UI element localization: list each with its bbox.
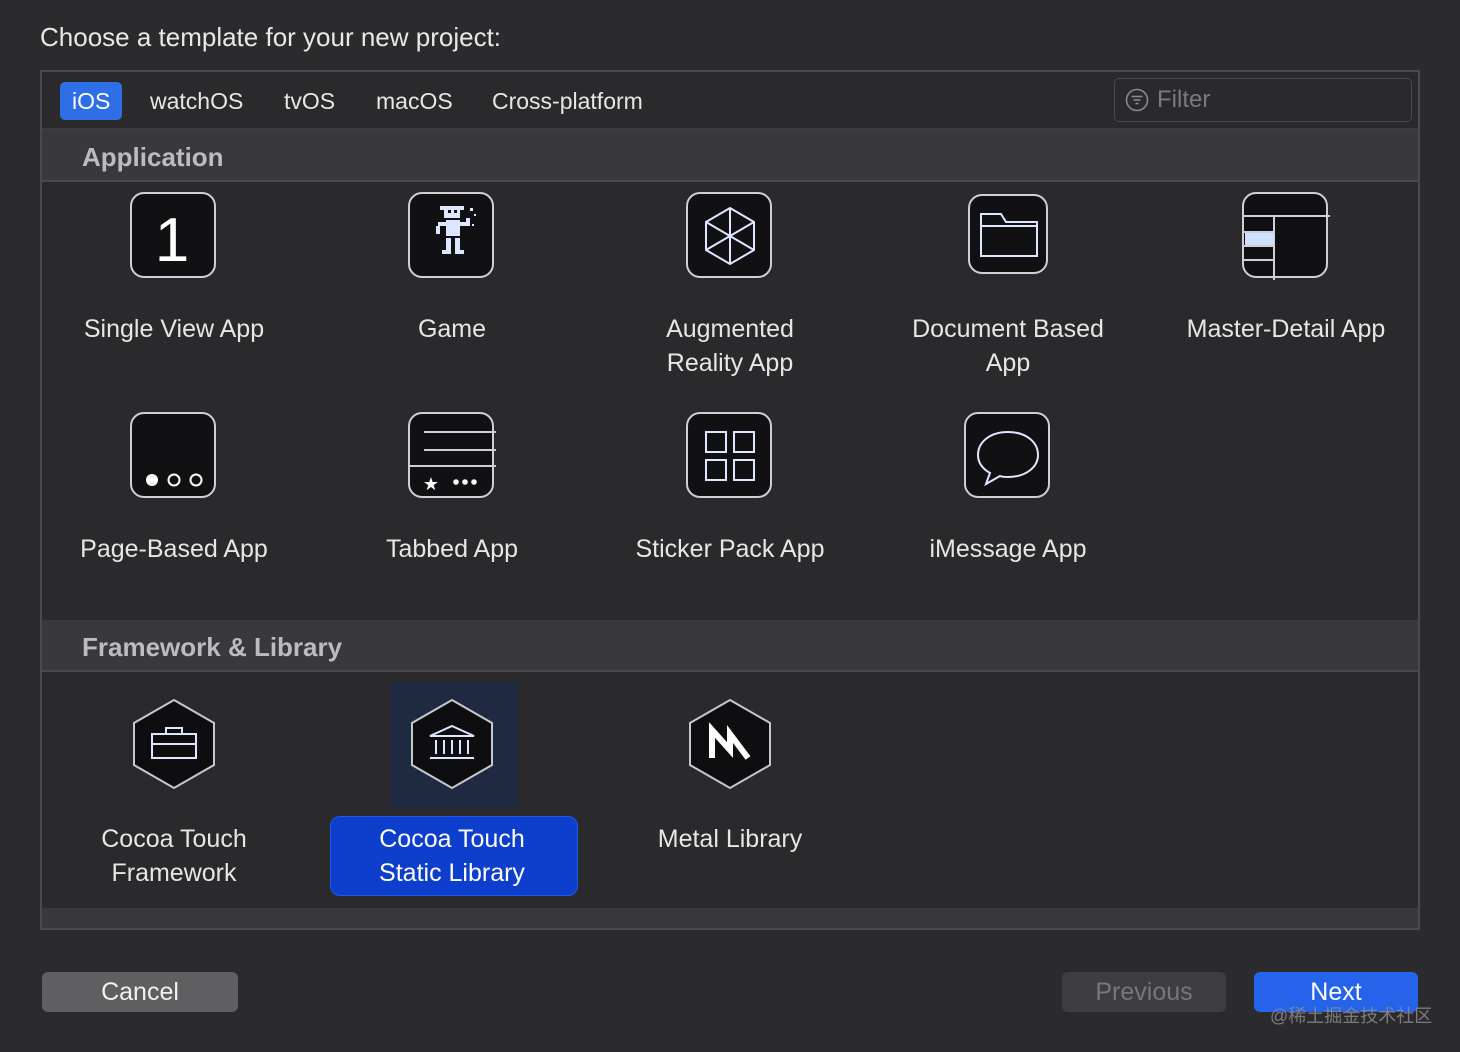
watermark: @稀土掘金技术社区 bbox=[1270, 1006, 1433, 1026]
svg-text:★: ★ bbox=[423, 474, 439, 495]
metal-icon bbox=[686, 698, 774, 790]
template-label-line2: Framework bbox=[111, 859, 237, 887]
cancel-button[interactable]: Cancel bbox=[42, 972, 238, 1012]
master-detail-icon bbox=[1242, 192, 1330, 280]
template-single-view-app[interactable]: 1 Single View App bbox=[44, 192, 304, 392]
tab-cross-platform[interactable]: Cross-platform bbox=[480, 82, 655, 120]
template-label-line1: Augmented bbox=[666, 315, 794, 343]
template-cocoa-touch-static-library[interactable]: Cocoa Touch Static Library bbox=[322, 698, 582, 898]
template-label: Metal Library bbox=[657, 825, 803, 853]
tab-macos[interactable]: macOS bbox=[364, 82, 465, 120]
template-label-line1: Document Based bbox=[912, 315, 1104, 343]
filter-field[interactable] bbox=[1114, 78, 1412, 122]
template-label: Tabbed App bbox=[385, 535, 519, 563]
template-label: iMessage App bbox=[929, 535, 1087, 563]
template-label-line2: App bbox=[985, 349, 1031, 377]
template-label: Single View App bbox=[83, 315, 265, 343]
section-header-application: Application bbox=[42, 130, 1418, 182]
tab-bar-icon: ★ bbox=[408, 412, 496, 500]
section-header-next bbox=[42, 908, 1418, 928]
tab-tvos[interactable]: tvOS bbox=[272, 82, 347, 120]
sticker-grid-icon bbox=[686, 412, 774, 500]
filter-icon bbox=[1125, 88, 1149, 112]
template-label: Master-Detail App bbox=[1186, 315, 1386, 343]
template-label-line2: Reality App bbox=[666, 349, 794, 377]
template-label-line2: Static Library bbox=[379, 859, 525, 887]
template-metal-library[interactable]: Metal Library bbox=[600, 698, 860, 898]
section-header-framework-library: Framework & Library bbox=[42, 620, 1418, 672]
previous-button[interactable]: Previous bbox=[1062, 972, 1226, 1012]
template-game[interactable]: Game bbox=[322, 192, 582, 392]
template-tabbed-app[interactable]: ★ Tabbed App bbox=[322, 412, 582, 572]
library-building-icon bbox=[408, 698, 496, 790]
ar-cube-icon bbox=[686, 192, 774, 280]
page-title: Choose a template for your new project: bbox=[40, 22, 502, 52]
platform-tab-bar: iOS watchOS tvOS macOS Cross-platform bbox=[42, 72, 1418, 130]
template-sticker-pack-app[interactable]: Sticker Pack App bbox=[600, 412, 860, 572]
section-title: Framework & Library bbox=[82, 632, 343, 662]
template-label-line1: Cocoa Touch bbox=[101, 825, 247, 853]
template-cocoa-touch-framework[interactable]: Cocoa Touch Framework bbox=[44, 698, 304, 898]
template-page-based-app[interactable]: Page-Based App bbox=[44, 412, 304, 572]
template-panel: iOS watchOS tvOS macOS Cross-platform Ap… bbox=[40, 70, 1420, 930]
template-label: Game bbox=[417, 315, 487, 343]
tab-watchos[interactable]: watchOS bbox=[138, 82, 255, 120]
page-dots-icon bbox=[130, 412, 218, 500]
template-label: Page-Based App bbox=[80, 535, 268, 563]
template-document-based-app[interactable]: Document Based App bbox=[878, 192, 1138, 392]
template-label-line1: Cocoa Touch bbox=[379, 825, 525, 853]
tab-ios[interactable]: iOS bbox=[60, 82, 123, 120]
template-label: Sticker Pack App bbox=[635, 535, 825, 563]
section-title: Application bbox=[82, 142, 224, 172]
game-icon bbox=[408, 192, 496, 280]
folder-icon bbox=[964, 194, 1052, 282]
filter-input[interactable] bbox=[1157, 79, 1407, 121]
toolbox-icon bbox=[130, 698, 218, 790]
speech-bubble-icon bbox=[964, 412, 1052, 500]
single-view-icon: 1 bbox=[130, 192, 218, 280]
template-augmented-reality-app[interactable]: Augmented Reality App bbox=[600, 192, 860, 392]
svg-text:1: 1 bbox=[155, 206, 189, 275]
template-imessage-app[interactable]: iMessage App bbox=[878, 412, 1138, 572]
template-master-detail-app[interactable]: Master-Detail App bbox=[1156, 192, 1416, 392]
